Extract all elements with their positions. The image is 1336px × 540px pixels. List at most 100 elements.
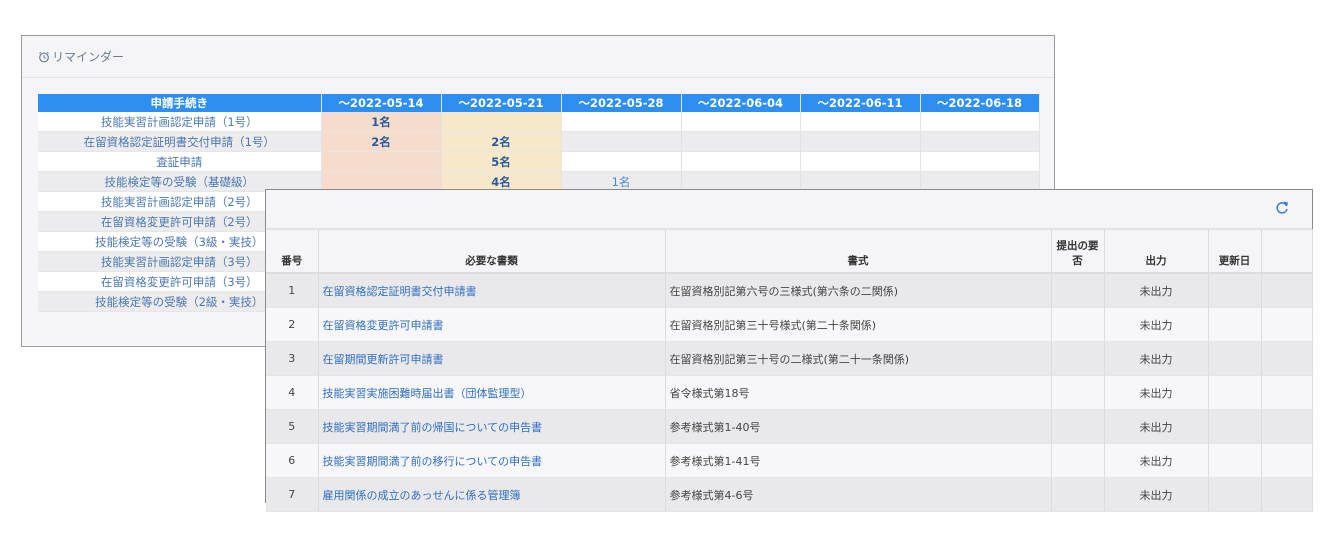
document-number: 4 xyxy=(266,375,319,410)
document-number: 5 xyxy=(266,409,319,444)
document-format: 在留資格別記第六号の三様式(第六条の二関係) xyxy=(665,273,1052,308)
reminder-count-cell xyxy=(681,151,801,172)
documents-toolbar xyxy=(266,190,1312,230)
document-required xyxy=(1051,375,1105,410)
document-updated xyxy=(1208,307,1262,342)
document-row: 2 在留資格変更許可申請書 在留資格別記第三十号様式(第二十条関係) 未出力 xyxy=(266,307,1313,342)
document-required xyxy=(1051,477,1105,512)
document-updated xyxy=(1208,341,1262,376)
reminder-count-cell xyxy=(681,131,801,152)
document-link[interactable]: 在留資格変更許可申請書 xyxy=(323,319,444,332)
document-name-cell: 在留資格認定証明書交付申請書 xyxy=(318,273,666,308)
document-output-status: 未出力 xyxy=(1104,409,1209,444)
procedure-name[interactable]: 在留資格認定証明書交付申請（1号） xyxy=(38,131,322,152)
document-required xyxy=(1051,307,1105,342)
document-updated xyxy=(1208,409,1262,444)
document-required xyxy=(1051,341,1105,376)
reminder-count-cell xyxy=(800,131,921,152)
reminder-row: 査証申請 5名 xyxy=(38,151,1040,172)
reminder-count-cell xyxy=(920,131,1040,152)
document-link[interactable]: 在留期間更新許可申請書 xyxy=(323,353,444,366)
date-column-header: ～2022-05-28 xyxy=(561,94,682,112)
reminder-count-cell xyxy=(441,112,562,132)
document-output-status: 未出力 xyxy=(1104,273,1209,308)
reminder-count-cell xyxy=(920,112,1040,132)
procedure-name[interactable]: 技能実習計画認定申請（1号） xyxy=(38,112,322,132)
document-required xyxy=(1051,273,1105,308)
document-number: 1 xyxy=(266,273,319,308)
extra-header xyxy=(1261,229,1313,274)
procedure-name[interactable]: 査証申請 xyxy=(38,151,322,172)
document-output-status: 未出力 xyxy=(1104,477,1209,512)
document-row: 4 技能実習実施困難時届出書（団体監理型） 省令様式第18号 未出力 xyxy=(266,375,1313,410)
document-output-status: 未出力 xyxy=(1104,375,1209,410)
alarm-clock-icon xyxy=(39,51,49,62)
format-header: 書式 xyxy=(665,229,1052,274)
document-link[interactable]: 技能実習実施困難時届出書（団体監理型） xyxy=(323,387,532,400)
refresh-button[interactable] xyxy=(1274,200,1290,220)
document-name-cell: 在留期間更新許可申請書 xyxy=(318,341,666,376)
document-row: 5 技能実習期間満了前の帰国についての申告書 参考様式第1-40号 未出力 xyxy=(266,409,1313,444)
document-name-cell: 技能実習実施困難時届出書（団体監理型） xyxy=(318,375,666,410)
document-name-cell: 技能実習期間満了前の移行についての申告書 xyxy=(318,443,666,478)
document-number: 3 xyxy=(266,341,319,376)
document-extra xyxy=(1261,307,1313,342)
date-column-header: ～2022-06-04 xyxy=(681,94,801,112)
date-column-header: ～2022-06-11 xyxy=(800,94,921,112)
reminder-title: リマインダー xyxy=(52,50,125,64)
document-updated xyxy=(1208,375,1262,410)
document-link[interactable]: 雇用関係の成立のあっせんに係る管理簿 xyxy=(323,489,521,502)
document-format: 在留資格別記第三十号様式(第二十条関係) xyxy=(665,307,1052,342)
document-extra xyxy=(1261,443,1313,478)
documents-panel: 番号 必要な書類 書式 提出の要否 出力 更新日 1 在留資格認定証明書交付申請書 在留資格別… xyxy=(265,189,1313,512)
reminder-count-cell xyxy=(681,112,801,132)
date-column-header: ～2022-05-21 xyxy=(441,94,562,112)
document-output-status: 未出力 xyxy=(1104,443,1209,478)
document-output-status: 未出力 xyxy=(1104,341,1209,376)
document-number: 2 xyxy=(266,307,319,342)
reminder-count-cell xyxy=(561,131,682,152)
reminder-count-cell[interactable]: 2名 xyxy=(441,131,562,152)
reminder-count-cell xyxy=(920,151,1040,172)
reminder-row: 在留資格認定証明書交付申請（1号） 2名 2名 xyxy=(38,131,1040,152)
document-link[interactable]: 在留資格認定証明書交付申請書 xyxy=(323,285,477,298)
document-number: 7 xyxy=(266,477,319,512)
document-extra xyxy=(1261,375,1313,410)
document-output-status: 未出力 xyxy=(1104,307,1209,342)
reminder-row: 技能実習計画認定申請（1号） 1名 xyxy=(38,112,1040,132)
reminder-count-cell xyxy=(800,112,921,132)
document-name-header: 必要な書類 xyxy=(318,229,666,274)
reminder-count-cell[interactable]: 1名 xyxy=(321,112,442,132)
document-name-cell: 在留資格変更許可申請書 xyxy=(318,307,666,342)
document-format: 在留資格別記第三十号の二様式(第二十一条関係) xyxy=(665,341,1052,376)
reminder-count-cell[interactable]: 5名 xyxy=(441,151,562,172)
document-row: 1 在留資格認定証明書交付申請書 在留資格別記第六号の三様式(第六条の二関係) 未出力 xyxy=(266,273,1313,308)
document-row: 6 技能実習期間満了前の移行についての申告書 参考様式第1-41号 未出力 xyxy=(266,443,1313,478)
required-header: 提出の要否 xyxy=(1051,229,1105,274)
reminder-count-cell xyxy=(561,112,682,132)
date-column-header: ～2022-05-14 xyxy=(321,94,442,112)
document-extra xyxy=(1261,409,1313,444)
document-name-cell: 技能実習期間満了前の帰国についての申告書 xyxy=(318,409,666,444)
reminder-header: リマインダー xyxy=(22,36,1054,78)
document-format: 参考様式第4-6号 xyxy=(665,477,1052,512)
updated-header: 更新日 xyxy=(1208,229,1262,274)
document-link[interactable]: 技能実習期間満了前の移行についての申告書 xyxy=(323,455,543,468)
document-format: 参考様式第1-41号 xyxy=(665,443,1052,478)
document-name-cell: 雇用関係の成立のあっせんに係る管理簿 xyxy=(318,477,666,512)
reminder-count-cell[interactable]: 2名 xyxy=(321,131,442,152)
refresh-icon xyxy=(1276,201,1288,214)
number-header: 番号 xyxy=(266,229,319,274)
reminder-count-cell xyxy=(561,151,682,172)
document-link[interactable]: 技能実習期間満了前の帰国についての申告書 xyxy=(323,421,543,434)
document-updated xyxy=(1208,443,1262,478)
document-extra xyxy=(1261,341,1313,376)
document-format: 省令様式第18号 xyxy=(665,375,1052,410)
document-extra xyxy=(1261,477,1313,512)
procedure-column-header: 申請手続き xyxy=(38,94,322,112)
document-row: 3 在留期間更新許可申請書 在留資格別記第三十号の二様式(第二十一条関係) 未出力 xyxy=(266,341,1313,376)
reminder-count-cell xyxy=(800,151,921,172)
reminder-count-cell xyxy=(321,151,442,172)
document-number: 6 xyxy=(266,443,319,478)
document-updated xyxy=(1208,477,1262,512)
